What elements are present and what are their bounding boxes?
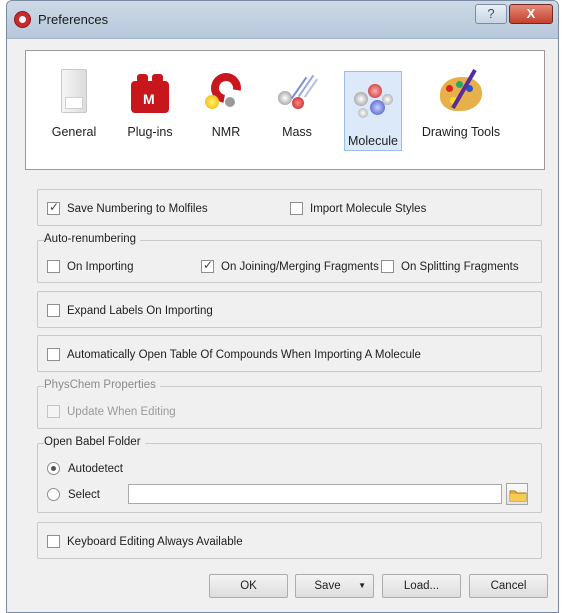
open-table-checkbox[interactable] xyxy=(47,348,60,361)
select-option[interactable]: Select xyxy=(47,488,100,501)
browse-folder-button[interactable] xyxy=(506,483,528,505)
help-button[interactable]: ? xyxy=(475,4,507,24)
expand-labels-checkbox[interactable] xyxy=(47,304,60,317)
expand-labels-option[interactable]: Expand Labels On Importing xyxy=(47,304,213,317)
babel-legend: Open Babel Folder xyxy=(44,436,145,448)
keyboard-editing-label: Keyboard Editing Always Available xyxy=(67,535,243,548)
category-plugins[interactable]: M Plug-ins xyxy=(118,67,182,147)
category-label: Drawing Tools xyxy=(421,125,501,139)
on-splitting-label: On Splitting Fragments xyxy=(401,260,519,273)
open-table-option[interactable]: Automatically Open Table Of Compounds Wh… xyxy=(47,348,421,361)
update-when-editing-checkbox xyxy=(47,405,60,418)
select-radio[interactable] xyxy=(47,488,60,501)
category-strip: General M Plug-ins NMR Mass Molecule Dra… xyxy=(25,50,545,170)
expand-labels-label: Expand Labels On Importing xyxy=(67,304,213,317)
load-button[interactable]: Load... xyxy=(382,574,461,598)
autodetect-label: Autodetect xyxy=(68,462,123,475)
on-importing-option[interactable]: On Importing xyxy=(47,260,133,273)
category-label: General xyxy=(51,125,97,139)
physchem-legend: PhysChem Properties xyxy=(44,379,160,391)
on-joining-label: On Joining/Merging Fragments xyxy=(221,260,379,273)
title-bar: Preferences ? X xyxy=(7,1,558,39)
ok-button[interactable]: OK xyxy=(209,574,288,598)
category-drawing-tools[interactable]: Drawing Tools xyxy=(418,67,504,147)
palette-icon xyxy=(436,67,486,117)
folder-icon xyxy=(509,490,527,502)
on-splitting-option[interactable]: On Splitting Fragments xyxy=(381,260,519,273)
save-numbering-option[interactable]: Save Numbering to Molfiles xyxy=(47,200,208,215)
on-importing-checkbox[interactable] xyxy=(47,260,60,273)
cancel-button[interactable]: Cancel xyxy=(469,574,548,598)
import-styles-label: Import Molecule Styles xyxy=(310,202,427,215)
category-label: Plug-ins xyxy=(127,125,173,139)
on-importing-label: On Importing xyxy=(67,260,134,273)
category-label: Mass xyxy=(282,125,312,139)
window-title: Preferences xyxy=(38,12,109,27)
nmr-magnet-icon xyxy=(201,67,251,117)
save-button-label: Save xyxy=(314,580,341,592)
update-when-editing-option: Update When Editing xyxy=(47,405,176,418)
import-styles-checkbox[interactable] xyxy=(290,202,303,215)
category-general[interactable]: General xyxy=(44,67,104,147)
keyboard-editing-option[interactable]: Keyboard Editing Always Available xyxy=(47,535,243,548)
autodetect-option[interactable]: Autodetect xyxy=(47,462,123,475)
on-splitting-checkbox[interactable] xyxy=(381,260,394,273)
open-table-label: Automatically Open Table Of Compounds Wh… xyxy=(67,348,421,361)
plugins-icon: M xyxy=(125,67,175,117)
on-joining-checkbox[interactable] xyxy=(201,258,214,273)
dropdown-arrow-icon: ▼ xyxy=(358,581,366,590)
general-icon xyxy=(49,67,99,117)
category-label: NMR xyxy=(211,125,241,139)
select-label: Select xyxy=(68,488,100,501)
category-label: Molecule xyxy=(347,134,399,148)
on-joining-option[interactable]: On Joining/Merging Fragments xyxy=(201,258,379,273)
category-nmr[interactable]: NMR xyxy=(198,67,254,147)
save-numbering-checkbox[interactable] xyxy=(47,200,60,215)
app-logo-icon xyxy=(14,11,31,28)
import-styles-option[interactable]: Import Molecule Styles xyxy=(290,202,426,215)
mass-icon xyxy=(272,67,322,117)
auto-renumbering-legend: Auto-renumbering xyxy=(44,233,141,245)
close-button[interactable]: X xyxy=(509,4,553,24)
category-molecule[interactable]: Molecule xyxy=(344,71,402,151)
save-numbering-label: Save Numbering to Molfiles xyxy=(67,202,208,215)
babel-path-input[interactable] xyxy=(128,484,502,504)
update-when-editing-label: Update When Editing xyxy=(67,405,176,418)
autodetect-radio[interactable] xyxy=(47,462,60,475)
keyboard-editing-checkbox[interactable] xyxy=(47,535,60,548)
category-mass[interactable]: Mass xyxy=(272,67,322,147)
molecule-icon xyxy=(348,76,398,126)
save-button[interactable]: Save ▼ xyxy=(295,574,374,598)
